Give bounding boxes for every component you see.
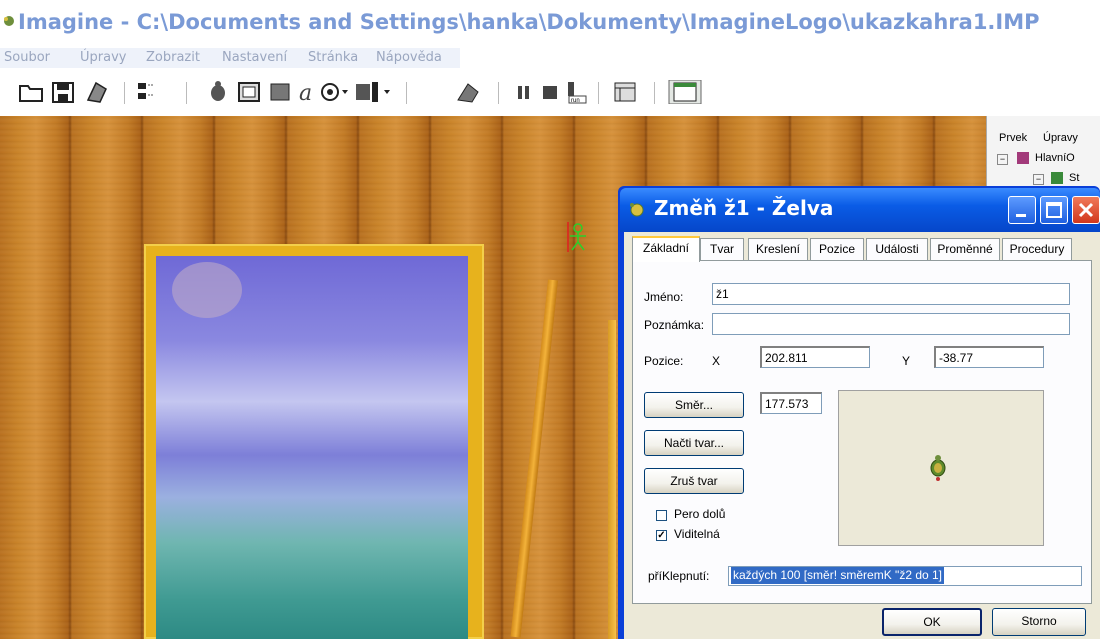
filled-square-icon[interactable] — [268, 80, 292, 104]
run-label: run — [571, 98, 580, 104]
menu-bar: Soubor Úpravy Zobrazit Nastavení Stránka… — [0, 48, 460, 68]
turtle-icon[interactable] — [206, 80, 230, 104]
tab-udalosti[interactable]: Události — [866, 238, 928, 260]
painted-moon — [172, 262, 242, 318]
menu-item-stranka[interactable]: Stránka — [308, 50, 358, 65]
tab-procedury[interactable]: Procedury — [1002, 238, 1072, 260]
tree-collapse-icon[interactable]: − — [997, 154, 1008, 165]
open-folder-icon[interactable] — [18, 80, 44, 104]
note-label: Poznámka: — [644, 318, 705, 332]
toolbar-separator — [498, 82, 499, 104]
toolbar-separator — [654, 82, 655, 104]
menu-item-upravy[interactable]: Úpravy — [80, 50, 126, 65]
panel-menu-upravy[interactable]: Úpravy — [1043, 132, 1078, 144]
name-field[interactable]: ž1 — [712, 283, 1070, 305]
tab-tvar[interactable]: Tvar — [700, 238, 744, 260]
clear-shape-button[interactable]: Zruš tvar — [644, 468, 744, 494]
turtle-preview-icon — [930, 455, 946, 481]
dial-icon[interactable] — [318, 80, 350, 104]
menu-item-zobrazit[interactable]: Zobrazit — [146, 50, 200, 65]
menu-item-nastaveni[interactable]: Nastavení — [222, 50, 287, 65]
close-icon — [1078, 202, 1094, 218]
y-field[interactable]: -38.77 — [934, 346, 1044, 368]
globe-icon[interactable] — [84, 80, 110, 104]
tab-zakladni[interactable]: Základní — [632, 236, 700, 262]
toolbar-separator — [598, 82, 599, 104]
direction-field[interactable]: 177.573 — [760, 392, 822, 414]
tree-item-page[interactable]: St — [1069, 172, 1079, 184]
page-list-icon[interactable] — [134, 80, 158, 104]
dialog-title: Změň ž1 - Želva — [654, 196, 834, 220]
close-button[interactable] — [1072, 196, 1100, 224]
x-field[interactable]: 202.811 — [760, 346, 870, 368]
name-label: Jméno: — [644, 290, 684, 304]
turtle-icon — [630, 203, 644, 217]
toolbar-separator — [124, 82, 125, 104]
pause-icon[interactable] — [514, 80, 534, 104]
visible-checkbox[interactable]: ✓ — [656, 530, 667, 541]
tab-kresleni[interactable]: Kreslení — [748, 238, 808, 260]
app-icon — [4, 16, 14, 26]
run-icon[interactable]: run — [566, 80, 588, 104]
load-shape-button[interactable]: Načti tvar... — [644, 430, 744, 456]
tab-promenne[interactable]: Proměnné — [930, 238, 1000, 260]
stop-icon[interactable] — [540, 80, 560, 104]
menu-item-napoveda[interactable]: Nápověda — [376, 50, 442, 65]
note-field[interactable] — [712, 313, 1070, 335]
position-label: Pozice: — [644, 354, 684, 368]
save-icon[interactable] — [50, 80, 76, 104]
pages-icon[interactable] — [612, 80, 638, 104]
painted-pole — [608, 320, 616, 639]
toolbar: a run — [0, 70, 1100, 114]
square-outline-icon[interactable] — [236, 80, 262, 104]
ok-button[interactable]: OK — [882, 608, 982, 636]
turtle-paint-icon[interactable] — [454, 80, 482, 104]
page-object-icon — [1051, 172, 1063, 184]
tab-pozice[interactable]: Pozice — [810, 238, 864, 260]
tree-item-main[interactable]: HlavníO — [1035, 152, 1075, 164]
panel-menu-prvek[interactable]: Prvek — [999, 132, 1027, 144]
maximize-icon — [1046, 202, 1062, 218]
visible-label: Viditelná — [674, 527, 720, 541]
on-click-selected-text[interactable]: každých 100 [směr! směremK "ž2 do 1] — [731, 567, 945, 584]
x-label: X — [712, 354, 721, 368]
menu-item-soubor[interactable]: Soubor — [4, 50, 50, 65]
toolbar-separator — [186, 82, 187, 104]
character-icon[interactable] — [352, 80, 392, 104]
minimize-icon — [1016, 214, 1026, 217]
on-click-label: příKlepnutí: — [648, 569, 710, 583]
svg-text:a: a — [299, 81, 312, 104]
main-object-icon — [1017, 152, 1029, 164]
y-label: Y — [902, 354, 911, 368]
pen-down-label: Pero dolů — [674, 507, 726, 521]
maximize-button[interactable] — [1040, 196, 1068, 224]
toolbar-separator — [406, 82, 407, 104]
minimize-button[interactable] — [1008, 196, 1036, 224]
window-icon[interactable] — [668, 80, 702, 104]
pen-down-checkbox[interactable] — [656, 510, 667, 521]
turtle-sprite-icon[interactable] — [566, 222, 590, 252]
direction-button[interactable]: Směr... — [644, 392, 744, 418]
text-icon[interactable]: a — [296, 80, 318, 104]
tree-collapse-icon[interactable]: − — [1033, 174, 1044, 185]
cancel-button[interactable]: Storno — [992, 608, 1086, 636]
window-title: Imagine - C:\Documents and Settings\hank… — [18, 10, 1040, 34]
